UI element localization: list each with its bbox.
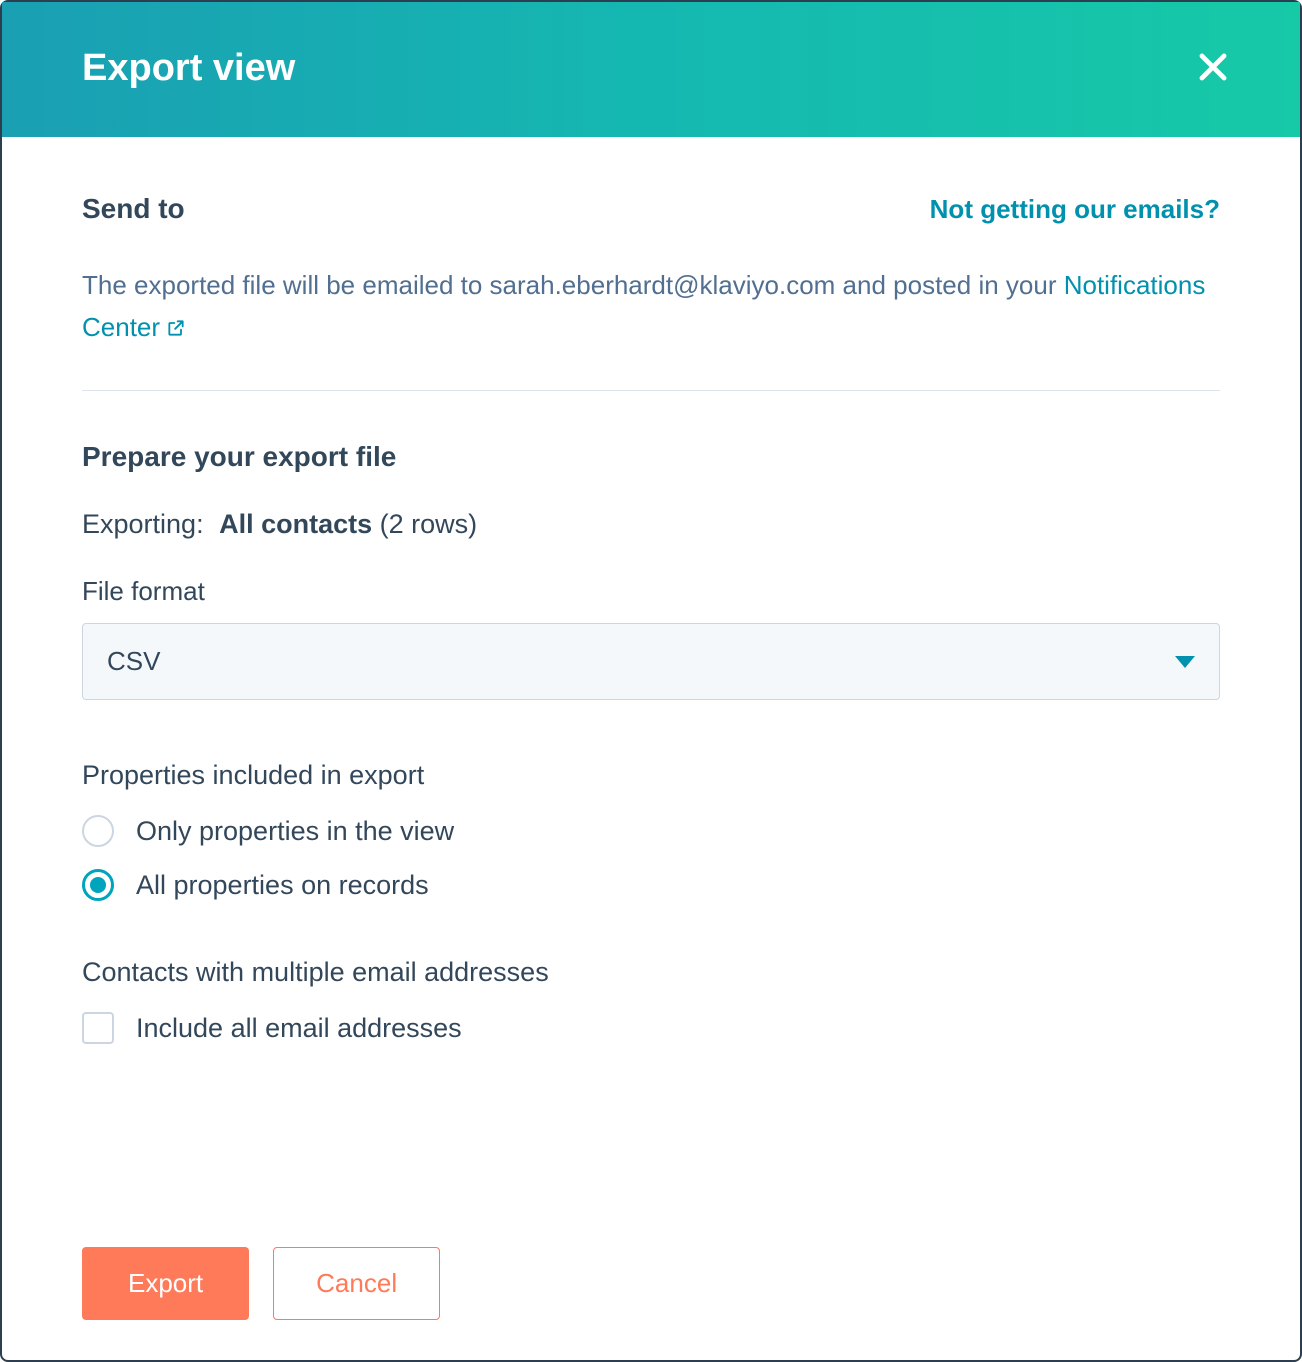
file-format-value: CSV bbox=[107, 646, 160, 677]
checkbox-icon bbox=[82, 1012, 114, 1044]
close-button[interactable] bbox=[1186, 40, 1240, 97]
cancel-button[interactable]: Cancel bbox=[273, 1247, 440, 1320]
include-all-emails-checkbox[interactable]: Include all email addresses bbox=[82, 1012, 1220, 1044]
file-format-select-wrap: CSV bbox=[82, 623, 1220, 700]
send-to-label: Send to bbox=[82, 193, 185, 225]
dialog-title: Export view bbox=[82, 47, 295, 90]
divider bbox=[82, 390, 1220, 391]
radio-dot-icon bbox=[90, 877, 106, 893]
radio-all-properties[interactable]: All properties on records bbox=[82, 869, 1220, 901]
dialog-footer: Export Cancel bbox=[82, 1247, 440, 1320]
properties-title: Properties included in export bbox=[82, 760, 1220, 791]
desc-mid: and posted in your bbox=[835, 270, 1063, 300]
exporting-row: Exporting: All contacts (2 rows) bbox=[82, 509, 1220, 540]
desc-prefix: The exported file will be emailed to bbox=[82, 270, 490, 300]
send-to-row: Send to Not getting our emails? bbox=[82, 193, 1220, 225]
radio-label: All properties on records bbox=[136, 870, 429, 901]
multiple-emails-title: Contacts with multiple email addresses bbox=[82, 957, 1220, 988]
exporting-label: Exporting: bbox=[82, 509, 204, 539]
prepare-title: Prepare your export file bbox=[82, 441, 1220, 473]
chevron-down-icon bbox=[1175, 656, 1195, 668]
file-format-label: File format bbox=[82, 576, 1220, 607]
send-to-description: The exported file will be emailed to sar… bbox=[82, 265, 1220, 350]
properties-radio-group: Only properties in the view All properti… bbox=[82, 815, 1220, 901]
exporting-count: (2 rows) bbox=[380, 509, 478, 539]
exporting-value: All contacts bbox=[219, 509, 372, 539]
file-format-select[interactable]: CSV bbox=[82, 623, 1220, 700]
radio-icon bbox=[82, 869, 114, 901]
close-icon bbox=[1194, 48, 1232, 86]
radio-label: Only properties in the view bbox=[136, 816, 454, 847]
export-button[interactable]: Export bbox=[82, 1247, 249, 1320]
radio-only-view-properties[interactable]: Only properties in the view bbox=[82, 815, 1220, 847]
dialog-header: Export view bbox=[2, 2, 1300, 137]
external-link-icon bbox=[166, 309, 186, 351]
checkbox-label: Include all email addresses bbox=[136, 1013, 462, 1044]
not-getting-emails-link[interactable]: Not getting our emails? bbox=[930, 194, 1220, 225]
dialog-body: Send to Not getting our emails? The expo… bbox=[2, 137, 1300, 1084]
radio-icon bbox=[82, 815, 114, 847]
desc-email: sarah.eberhardt@klaviyo.com bbox=[490, 270, 836, 300]
